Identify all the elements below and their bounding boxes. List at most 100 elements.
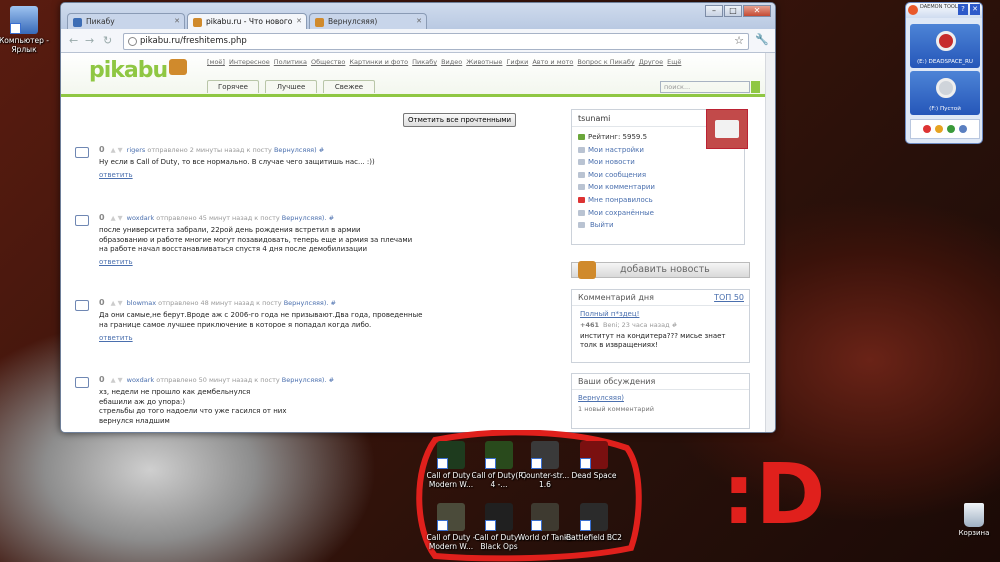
day-comment-link[interactable]: Полный п*здец! [572,306,749,318]
reply-link[interactable]: ответить [99,171,133,179]
comment-hash-link[interactable]: # [331,299,336,307]
mark-all-read-button[interactable]: Отметить все прочтенными [403,113,517,127]
tab-best[interactable]: Лучшее [265,80,317,93]
link-animals[interactable]: Животные [466,58,502,66]
avatar[interactable] [706,109,748,149]
unmount-icon[interactable] [923,125,931,133]
category-links: [моё] Интересное Политика Общество Картинки … [207,58,685,66]
settings-icon[interactable] [959,125,967,133]
address-bar[interactable]: pikabu.ru/freshitems.php ☆ [123,33,749,50]
forward-icon[interactable]: → [85,34,94,47]
top50-link[interactable]: ТОП 50 [714,293,744,302]
bookmark-star-icon[interactable]: ☆ [734,34,744,47]
link-pikabu[interactable]: Пикабу [412,58,437,66]
vote-down-icon[interactable]: ▼ [118,214,123,222]
game-icon [531,503,559,531]
link-interesting[interactable]: Интересное [229,58,270,66]
game-shortcut[interactable]: Battlefield BC2 [566,503,622,542]
link-society[interactable]: Общество [311,58,345,66]
comment-hash-link[interactable]: # [329,214,334,222]
back-icon[interactable]: ← [69,34,78,47]
reload-icon[interactable]: ↻ [103,34,112,47]
pikabu-logo[interactable]: pikabu [89,58,188,83]
vote-up-icon[interactable]: ▲ [111,376,116,384]
help-icon[interactable]: ? [958,4,968,15]
link-more[interactable]: Ещё [667,58,681,66]
game-shortcut[interactable]: Dead Space [566,441,622,480]
comment-hash-link[interactable]: # [329,376,334,384]
page-scrollbar[interactable] [765,53,775,432]
close-tab-icon[interactable]: ✕ [416,17,422,25]
tab-fresh[interactable]: Свежее [323,80,375,93]
user-saved-link[interactable]: Мои сохранённые [572,207,744,220]
vote-up-icon[interactable]: ▲ [111,299,116,307]
comment-user[interactable]: blowmax [127,299,156,307]
maximize-icon[interactable]: □ [724,5,742,17]
wrench-menu-icon[interactable]: 🔧 [755,33,769,46]
computer-shortcut-icon[interactable]: Компьютер - Ярлык [0,6,52,54]
minimize-icon[interactable]: – [705,5,723,17]
close-gadget-icon[interactable]: ✕ [970,4,980,15]
day-comment-hash[interactable]: # [672,321,677,329]
comment-post-link[interactable]: Вернулсяяя). [282,376,327,384]
vote-down-icon[interactable]: ▼ [118,146,123,154]
comment-user[interactable]: rigers [127,146,146,154]
user-liked-link[interactable]: Мне понравилось [572,194,744,207]
vote-down-icon[interactable]: ▼ [118,299,123,307]
game-shortcut[interactable]: Counter-str... 1.6 [517,441,573,489]
comment-post-link[interactable]: Вернулсяяя). [282,214,327,222]
vote-down-icon[interactable]: ▼ [118,376,123,384]
link-politics[interactable]: Политика [274,58,307,66]
add-drive-icon[interactable] [947,125,955,133]
close-tab-icon[interactable]: ✕ [174,17,180,25]
user-messages-link[interactable]: Мои сообщения [572,169,744,182]
add-news-button[interactable]: добавить новость [571,261,750,279]
discussion-link[interactable]: Вернулсяяя) [572,390,749,402]
reply-link[interactable]: ответить [99,334,133,342]
link-pictures[interactable]: Картинки и фото [349,58,408,66]
game-label: Dead Space [571,471,617,480]
comment-text: после университета забрали, 22рой день р… [99,226,413,254]
comment-user[interactable]: woxdark [127,376,155,384]
comment-score: 0 [99,145,105,154]
day-comment-text: институт на кондитера??? мисье знает тол… [580,332,726,349]
virtual-drive-f[interactable]: (F:) Пустой [910,71,980,115]
link-moe[interactable]: [моё] [207,58,225,66]
tab-label: Вернулсяяя) [328,17,378,26]
recycle-bin-shortcut[interactable]: Корзина [952,503,996,537]
tab-hot[interactable]: Горячее [207,80,259,93]
comment-sent: отправлено 50 минут назад к посту [156,376,280,384]
user-news-link[interactable]: Мои новости [572,156,744,169]
comment-hash-link[interactable]: # [319,146,324,154]
close-tab-icon[interactable]: ✕ [296,17,302,25]
comment-icon [75,377,89,388]
comment-meta: 0 ▲ ▼ rigers отправлено 2 минуты назад к п… [99,145,324,154]
link-video[interactable]: Видео [441,58,462,66]
close-window-icon[interactable]: ✕ [743,5,771,17]
logout-link[interactable]: Выйти [572,219,744,232]
vote-up-icon[interactable]: ▲ [111,146,116,154]
mount-icon[interactable] [935,125,943,133]
page-content: pikabu [моё] Интересное Политика Общество Ка… [61,53,775,432]
link-auto[interactable]: Авто и мото [532,58,573,66]
user-comments-link[interactable]: Мои комментарии [572,181,744,194]
link-other[interactable]: Другое [639,58,663,66]
site-search-input[interactable]: поиск... [660,81,750,93]
game-shortcut[interactable]: World of Tanks [517,503,573,542]
comment-user[interactable]: woxdark [127,214,155,222]
pikabu-favicon-icon [315,18,324,27]
tab-freshitems[interactable]: pikabu.ru - Что нового ✕ [187,13,307,29]
tab-vernulsya[interactable]: Вернулсяяя) ✕ [309,13,427,29]
comment-post-link[interactable]: Вернулсяяя) [274,146,317,154]
empty-drive-icon [936,78,956,98]
link-gifs[interactable]: Гифки [506,58,528,66]
link-question[interactable]: Вопрос к Пикабу [577,58,634,66]
comment-post-link[interactable]: Вернулсяяя). [284,299,329,307]
vote-up-icon[interactable]: ▲ [111,214,116,222]
tab-pikabu[interactable]: Пикабу ✕ [67,13,185,29]
comment-of-day-panel: Комментарий дня ТОП 50 Полный п*здец! +46… [571,289,750,363]
reply-link[interactable]: ответить [99,258,133,266]
computer-shortcut-label: Компьютер - Ярлык [0,36,50,54]
search-button[interactable] [751,81,760,93]
virtual-drive-e[interactable]: (E:) DEADSPACE_RU [910,24,980,68]
